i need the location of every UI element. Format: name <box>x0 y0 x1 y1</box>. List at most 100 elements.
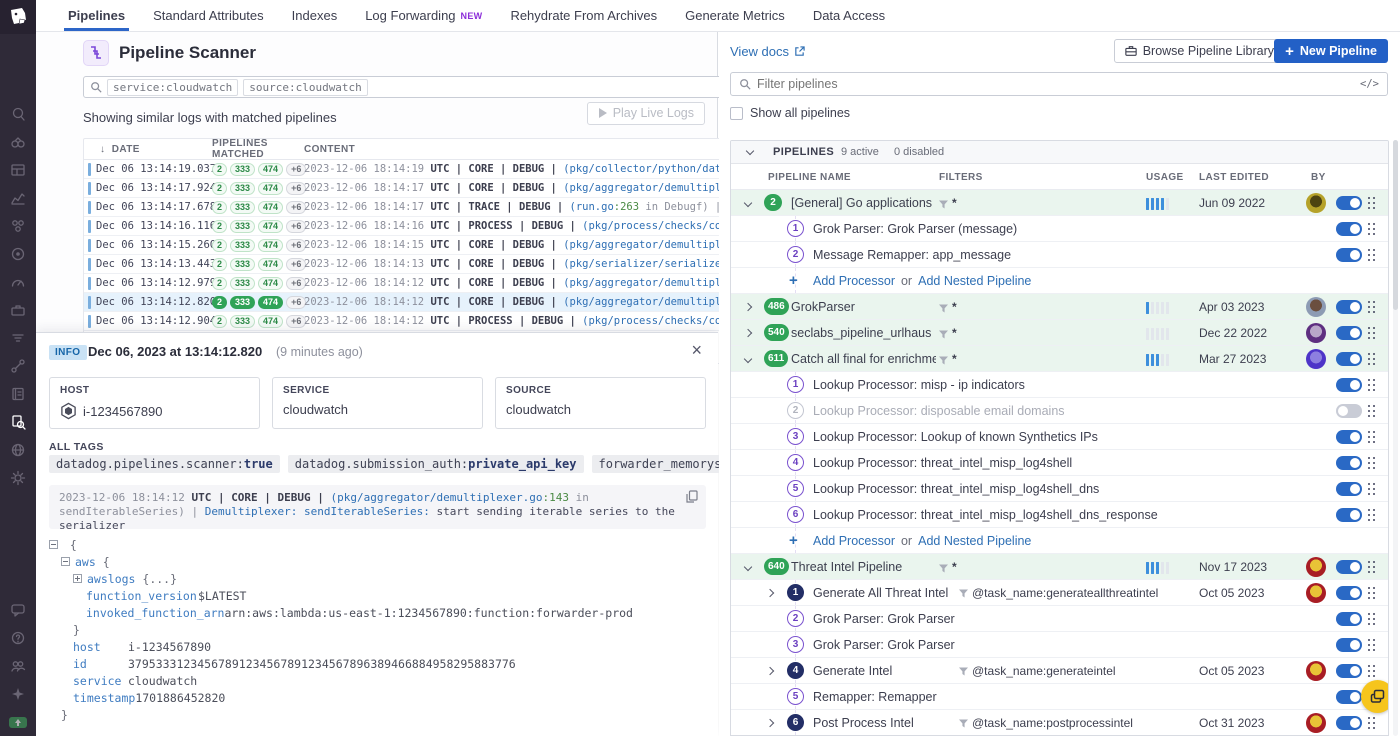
tag-chip[interactable]: datadog.pipelines.scanner:true <box>49 455 280 473</box>
drag-handle-icon[interactable] <box>1367 196 1376 209</box>
add-nested-pipeline-link[interactable]: Add Nested Pipeline <box>918 274 1031 288</box>
collapse-icon[interactable] <box>61 557 70 566</box>
nav-tab-standard-attributes[interactable]: Standard Attributes <box>139 0 278 31</box>
sort-descending-icon[interactable]: ↓ <box>100 144 105 155</box>
processor-row[interactable]: 2Message Remapper: app_message <box>731 242 1388 268</box>
processor-row[interactable]: 5Remapper: Remapper <box>731 684 1388 710</box>
drag-handle-icon[interactable] <box>1367 404 1376 417</box>
nav-tab-rehydrate-from-archives[interactable]: Rehydrate From Archives <box>496 0 671 31</box>
upgrade-icon[interactable] <box>0 680 36 708</box>
log-row[interactable]: Dec 06 13:14:19.0372333474+62023-12-06 1… <box>84 160 741 179</box>
processor-row[interactable]: 6Post Process Intel@task_name:postproces… <box>731 710 1388 736</box>
log-row[interactable]: Dec 06 13:14:17.9242333474+62023-12-06 1… <box>84 179 741 198</box>
enable-toggle[interactable] <box>1336 664 1362 678</box>
chevron-down-icon[interactable] <box>744 355 752 363</box>
log-row[interactable]: Dec 06 13:14:16.1162333474+62023-12-06 1… <box>84 217 741 236</box>
datadog-logo-icon[interactable] <box>0 0 36 34</box>
drag-handle-icon[interactable] <box>1367 300 1376 313</box>
users-icon[interactable] <box>0 652 36 680</box>
log-row[interactable]: Dec 06 13:14:12.9042333474+62023-12-06 1… <box>84 312 741 331</box>
enable-toggle[interactable] <box>1336 456 1362 470</box>
drag-handle-icon[interactable] <box>1367 222 1376 235</box>
chevron-right-icon[interactable] <box>766 667 774 675</box>
processor-row[interactable]: 1Lookup Processor: misp - ip indicators <box>731 372 1388 398</box>
processor-row[interactable]: 4Generate Intel@task_name:generateintelO… <box>731 658 1388 684</box>
code-mode-icon[interactable]: </> <box>1360 78 1379 90</box>
pipeline-row[interactable]: 2[General] Go applications (glog)*Jun 09… <box>731 190 1388 216</box>
add-processor-row[interactable]: +Add ProcessororAdd Nested Pipeline <box>731 528 1388 554</box>
scanner-search-input[interactable]: service:cloudwatch source:cloudwatch <box>83 76 742 98</box>
infrastructure-icon[interactable] <box>0 212 36 240</box>
pipeline-scanner-icon[interactable] <box>0 408 36 436</box>
enable-toggle[interactable] <box>1336 352 1362 366</box>
ci-icon[interactable] <box>0 296 36 324</box>
enable-toggle[interactable] <box>1336 248 1362 262</box>
chevron-down-icon[interactable] <box>746 147 754 155</box>
chevron-right-icon[interactable] <box>744 303 752 311</box>
drag-handle-icon[interactable] <box>1367 352 1376 365</box>
log-row[interactable]: Dec 06 13:14:17.6782333474+62023-12-06 1… <box>84 198 741 217</box>
releases-icon[interactable] <box>0 708 36 736</box>
processor-row[interactable]: 4Lookup Processor: threat_intel_misp_log… <box>731 450 1388 476</box>
processor-row[interactable]: 3Grok Parser: Grok Parser <box>731 632 1388 658</box>
enable-toggle[interactable] <box>1336 690 1362 704</box>
log-row[interactable]: Dec 06 13:14:12.8202333474+62023-12-06 1… <box>84 293 741 312</box>
enable-toggle[interactable] <box>1336 716 1362 730</box>
processor-row[interactable]: 3Lookup Processor: Lookup of known Synth… <box>731 424 1388 450</box>
plus-icon[interactable]: + <box>789 532 798 549</box>
log-row[interactable]: Dec 06 13:14:13.4432333474+62023-12-06 1… <box>84 255 741 274</box>
browse-pipeline-library-button[interactable]: Browse Pipeline Library <box>1114 39 1285 63</box>
log-row[interactable]: Dec 06 13:14:15.2602333474+62023-12-06 1… <box>84 236 741 255</box>
enable-toggle[interactable] <box>1336 404 1362 418</box>
help-icon[interactable] <box>0 624 36 652</box>
add-processor-link[interactable]: Add Processor <box>813 274 895 288</box>
collapse-icon[interactable] <box>49 540 58 549</box>
drag-handle-icon[interactable] <box>1367 586 1376 599</box>
logs-icon[interactable] <box>0 380 36 408</box>
synthetics-icon[interactable] <box>0 436 36 464</box>
drag-handle-icon[interactable] <box>1367 560 1376 573</box>
search-token[interactable]: source:cloudwatch <box>243 79 368 96</box>
drag-handle-icon[interactable] <box>1367 638 1376 651</box>
chevron-down-icon[interactable] <box>744 199 752 207</box>
expand-icon[interactable] <box>73 574 82 583</box>
close-icon[interactable]: × <box>691 341 702 359</box>
enable-toggle[interactable] <box>1336 482 1362 496</box>
pipeline-row[interactable]: 486GrokParser*Apr 03 2023 <box>731 294 1388 320</box>
scrollbar[interactable] <box>1393 140 1398 736</box>
processor-row[interactable]: 5Lookup Processor: threat_intel_misp_log… <box>731 476 1388 502</box>
copy-icon[interactable] <box>686 490 698 508</box>
search-token[interactable]: service:cloudwatch <box>107 79 238 96</box>
enable-toggle[interactable] <box>1336 586 1362 600</box>
drag-handle-icon[interactable] <box>1367 482 1376 495</box>
dashboards-icon[interactable] <box>0 156 36 184</box>
drag-handle-icon[interactable] <box>1367 378 1376 391</box>
drag-handle-icon[interactable] <box>1367 716 1376 729</box>
nav-tab-generate-metrics[interactable]: Generate Metrics <box>671 0 799 31</box>
monitors-icon[interactable] <box>0 268 36 296</box>
processor-row[interactable]: 1Generate All Threat Intel@task_name:gen… <box>731 580 1388 606</box>
enable-toggle[interactable] <box>1336 300 1362 314</box>
nav-tab-log-forwarding[interactable]: Log ForwardingNEW <box>351 0 496 31</box>
view-docs-link[interactable]: View docs <box>730 44 805 59</box>
filter-pipelines-input[interactable]: </> <box>730 72 1388 96</box>
new-pipeline-button[interactable]: + New Pipeline <box>1274 39 1388 63</box>
processor-row[interactable]: 2Lookup Processor: disposable email doma… <box>731 398 1388 424</box>
enable-toggle[interactable] <box>1336 638 1362 652</box>
event-stream-icon[interactable] <box>0 324 36 352</box>
pipeline-row[interactable]: 611Catch all final for enrichment tab...… <box>731 346 1388 372</box>
plus-icon[interactable]: + <box>789 272 798 289</box>
enable-toggle[interactable] <box>1336 430 1362 444</box>
enable-toggle[interactable] <box>1336 560 1362 574</box>
play-live-logs-button[interactable]: Play Live Logs <box>587 102 705 125</box>
drag-handle-icon[interactable] <box>1367 456 1376 469</box>
search-icon[interactable] <box>0 100 36 128</box>
drag-handle-icon[interactable] <box>1367 664 1376 677</box>
enable-toggle[interactable] <box>1336 508 1362 522</box>
enable-toggle[interactable] <box>1336 612 1362 626</box>
add-processor-link[interactable]: Add Processor <box>813 534 895 548</box>
drag-handle-icon[interactable] <box>1367 430 1376 443</box>
chat-icon[interactable] <box>0 596 36 624</box>
enable-toggle[interactable] <box>1336 326 1362 340</box>
apm-icon[interactable] <box>0 240 36 268</box>
